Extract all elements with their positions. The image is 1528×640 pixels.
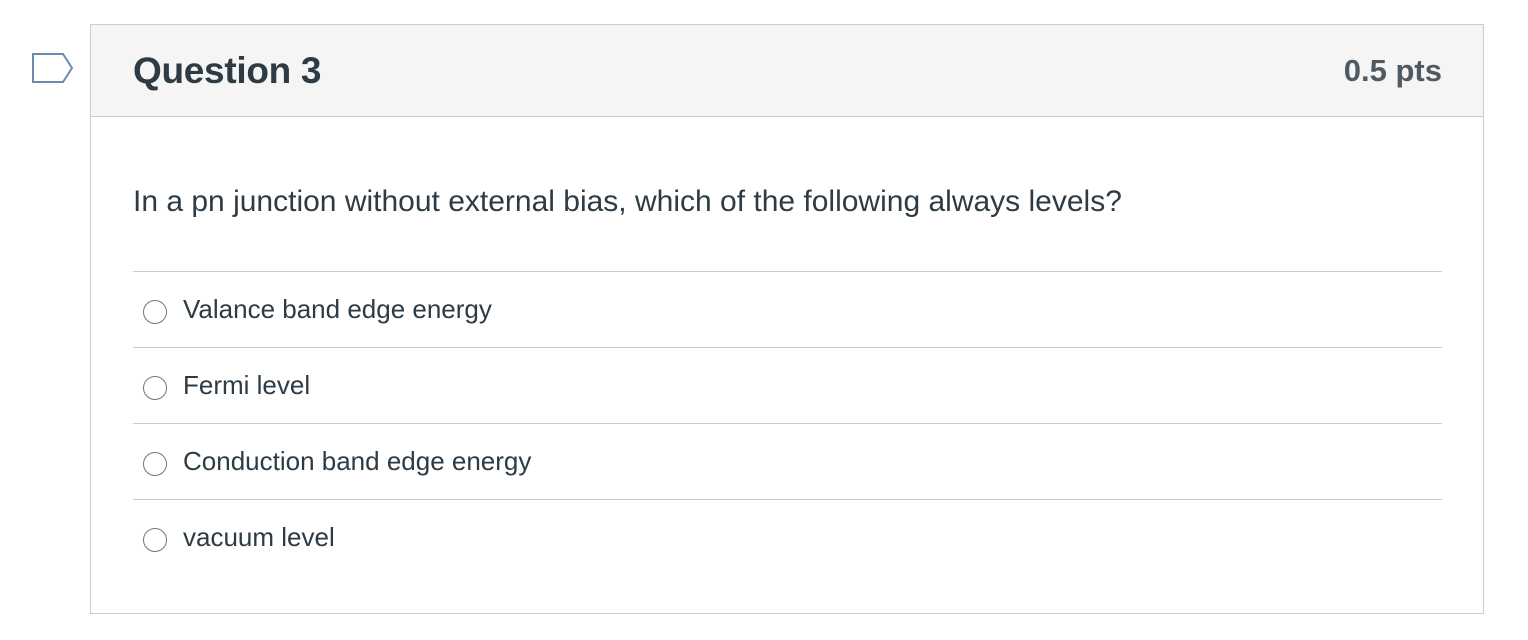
- answer-option[interactable]: Fermi level: [133, 348, 1442, 424]
- radio-button[interactable]: [143, 527, 167, 552]
- answer-option[interactable]: vacuum level: [133, 500, 1442, 575]
- answer-label: Conduction band edge energy: [183, 446, 532, 476]
- question-text: In a pn junction without external bias, …: [133, 185, 1122, 218]
- answer-label: Fermi level: [183, 370, 311, 400]
- question-body: In a pn junction without external bias, …: [91, 184, 1483, 575]
- answer-label: vacuum level: [183, 522, 335, 552]
- question-card: Question 3 0.5 pts In a pn junction with…: [90, 24, 1484, 614]
- flag-outline-icon: [32, 53, 74, 83]
- answer-label: Valance band edge energy: [183, 294, 492, 324]
- answer-list: Valance band edge energy Fermi level Con…: [133, 271, 1442, 575]
- radio-button[interactable]: [143, 451, 167, 476]
- question-title: Question 3: [133, 49, 322, 91]
- answer-option[interactable]: Valance band edge energy: [133, 272, 1442, 348]
- question-points: 0.5 pts: [1343, 52, 1442, 88]
- radio-button[interactable]: [143, 375, 167, 400]
- flag-question-button[interactable]: [31, 52, 75, 84]
- radio-button[interactable]: [143, 299, 167, 324]
- question-header: Question 3 0.5 pts: [91, 25, 1483, 117]
- answer-option[interactable]: Conduction band edge energy: [133, 424, 1442, 500]
